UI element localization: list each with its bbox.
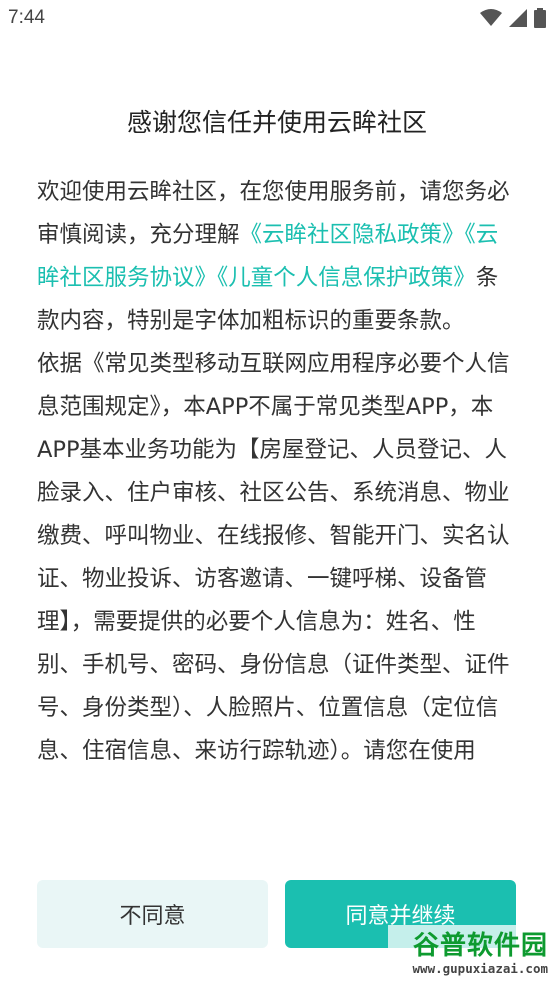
disagree-button[interactable]: 不同意 xyxy=(37,880,268,948)
info-paragraph: 依据《常见类型移动互联网应用程序必要个人信息范围规定》，本APP不属于常见类型A… xyxy=(37,351,510,764)
children-privacy-link[interactable]: 《儿童个人信息保护政策》 xyxy=(217,265,476,291)
battery-icon xyxy=(534,8,546,28)
status-bar: 7:44 xyxy=(0,0,554,40)
intro-paragraph: 欢迎使用云眸社区，在您使用服务前，请您务必审慎阅读，充分理解《云眸社区隐私政策》… xyxy=(37,171,511,343)
signal-icon xyxy=(509,9,527,27)
wifi-icon xyxy=(480,9,502,26)
dialog-title: 感谢您信任并使用云眸社区 xyxy=(126,108,427,137)
status-time: 7:44 xyxy=(8,7,45,28)
watermark-url: www.gupuxiazai.com xyxy=(412,961,548,976)
watermark-logo: 谷普软件园 xyxy=(412,931,548,961)
dialog-content[interactable]: 欢迎使用云眸社区，在您使用服务前，请您务必审慎阅读，充分理解《云眸社区隐私政策》… xyxy=(37,171,511,859)
watermark: 谷普软件园 www.gupuxiazai.com xyxy=(388,925,552,983)
privacy-policy-link[interactable]: 《云眸社区隐私政策》 xyxy=(240,222,465,248)
status-icons xyxy=(480,8,546,28)
